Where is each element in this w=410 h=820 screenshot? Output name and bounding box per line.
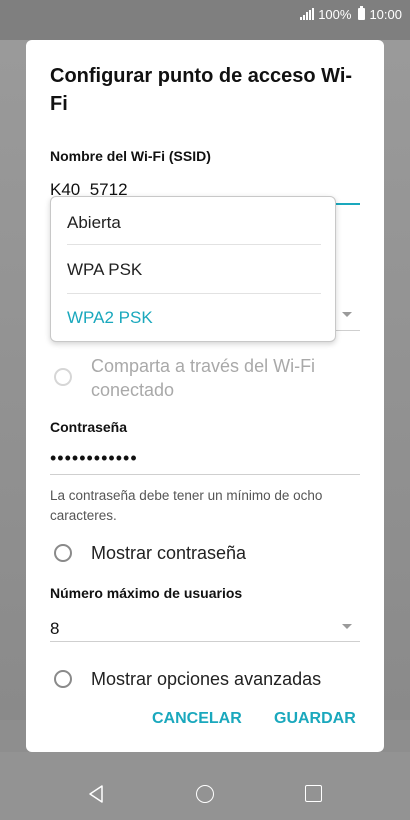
menu-item-wpa2-psk[interactable]: WPA2 PSK — [67, 294, 321, 342]
max-users-underline — [50, 641, 360, 642]
max-users-label: Número máximo de usuarios — [50, 585, 243, 601]
clock: 10:00 — [369, 6, 402, 22]
advanced-options-radio[interactable] — [54, 670, 72, 688]
show-password-radio[interactable] — [54, 544, 72, 562]
recent-apps-icon[interactable] — [305, 785, 322, 802]
chevron-down-icon[interactable] — [342, 312, 352, 317]
status-bar: 100% 10:00 — [0, 0, 410, 28]
menu-item-open[interactable]: Abierta — [67, 199, 321, 247]
share-radio — [54, 368, 72, 386]
save-button[interactable]: GUARDAR — [274, 710, 356, 728]
password-helper-text: La contraseña debe tener un mínimo de oc… — [50, 488, 323, 523]
navigation-bar — [0, 770, 410, 820]
security-type-menu: Abierta WPA PSK WPA2 PSK — [50, 196, 336, 342]
menu-item-wpa-psk[interactable]: WPA PSK — [67, 246, 321, 294]
max-users-select[interactable]: 8 — [50, 619, 59, 639]
share-label: Comparta a través del Wi-Fi conectado — [91, 356, 316, 400]
ssid-label: Nombre del Wi-Fi (SSID) — [50, 148, 211, 164]
show-password-label[interactable]: Mostrar contraseña — [91, 541, 246, 565]
dialog-title: Configurar punto de acceso Wi-Fi — [50, 65, 353, 115]
chevron-down-icon[interactable] — [342, 624, 352, 629]
back-icon[interactable] — [88, 784, 104, 804]
menu-divider — [67, 244, 321, 245]
password-input[interactable]: •••••••••••• — [50, 448, 138, 469]
hotspot-config-dialog: Configurar punto de acceso Wi-Fi Nombre … — [26, 40, 384, 752]
password-label: Contraseña — [50, 419, 128, 435]
password-underline — [50, 474, 360, 475]
signal-icon — [300, 8, 315, 20]
battery-icon — [358, 6, 366, 20]
advanced-options-label[interactable]: Mostrar opciones avanzadas — [91, 667, 321, 691]
home-icon[interactable] — [196, 785, 214, 803]
battery-percent: 100% — [318, 6, 352, 22]
cancel-button[interactable]: CANCELAR — [152, 710, 242, 728]
